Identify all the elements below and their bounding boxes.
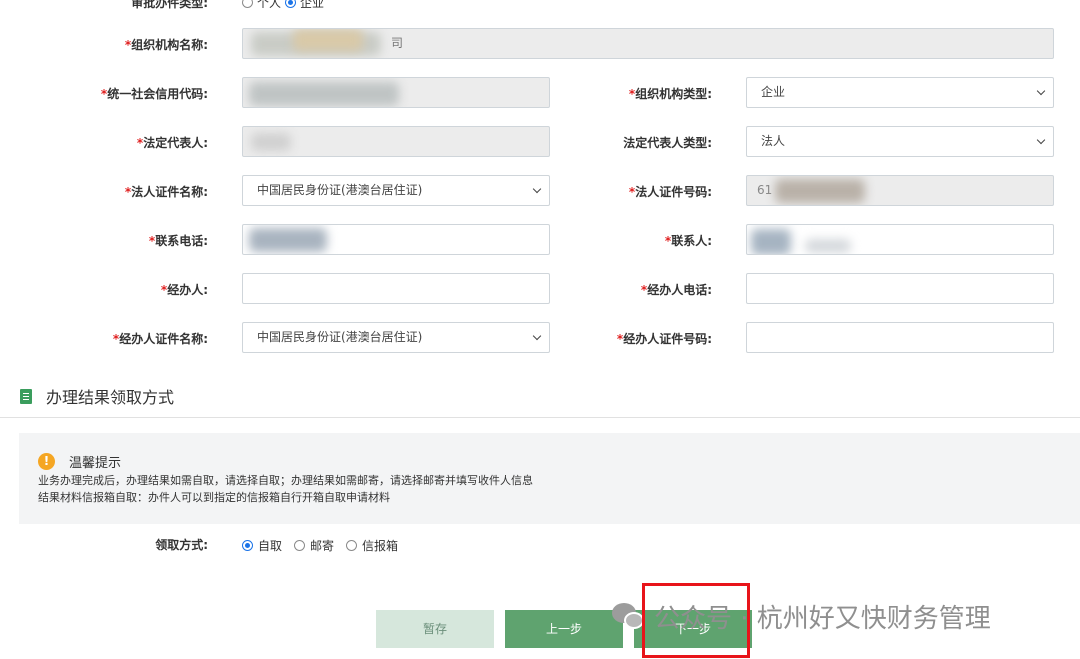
handler-id-name-label: *经办人证件名称: (112, 332, 208, 346)
highlight-box (642, 583, 750, 658)
org-type-value: 企业 (761, 85, 786, 99)
tip-header: ! 温馨提示 (38, 452, 121, 471)
pickup-option-mailbox[interactable]: 信报箱 (346, 537, 398, 554)
legal-rep-label: *法定代表人: (136, 136, 208, 150)
legal-id-name-value: 中国居民身份证(港澳台居住证) (257, 183, 423, 197)
applicant-type-options: 个人 企业 (242, 0, 324, 11)
handler-id-no-label: *经办人证件号码: (616, 332, 712, 346)
document-icon (20, 388, 32, 404)
contact-input[interactable] (746, 224, 1054, 255)
pickup-row: 领取方式: 自取 邮寄 信报箱 (0, 536, 1080, 554)
credit-code-row: *统一社会信用代码: *组织机构类型: 企业 (0, 77, 1080, 109)
legal-rep-type-value: 法人 (761, 134, 786, 148)
contact-row: *联系电话: *联系人: (0, 224, 1080, 256)
radio-self-pickup[interactable] (242, 540, 253, 551)
handler-phone-input[interactable] (746, 273, 1054, 304)
pickup-options: 自取 邮寄 信报箱 (242, 537, 410, 554)
info-icon: ! (38, 453, 55, 470)
legal-rep-row: *法定代表人: 法定代表人类型: 法人 (0, 126, 1080, 158)
org-name-row: *组织机构名称: 司 (0, 28, 1080, 60)
save-draft-button[interactable]: 暂存 (376, 610, 494, 648)
tip-line-1: 业务办理完成后，办理结果如需自取，请选择自取；办理结果如需邮寄，请选择邮寄并填写… (38, 474, 533, 487)
pickup-option-self[interactable]: 自取 (242, 537, 282, 554)
handler-phone-label: *经办人电话: (640, 283, 712, 297)
legal-rep-type-label: 法定代表人类型: (623, 136, 712, 150)
org-name-label: *组织机构名称: (124, 38, 208, 52)
handler-id-row: *经办人证件名称: 中国居民身份证(港澳台居住证) *经办人证件号码: (0, 322, 1080, 354)
applicant-type-row: 审批办件类型: 个人 企业 (0, 0, 1080, 12)
radio-individual-label: 个人 (257, 0, 282, 10)
credit-code-field[interactable] (242, 77, 550, 108)
contact-label: *联系人: (664, 234, 712, 248)
org-name-value: 司 (391, 36, 404, 50)
radio-individual[interactable] (242, 0, 253, 8)
handler-input[interactable] (242, 273, 550, 304)
section-divider (0, 417, 1080, 418)
handler-label: *经办人: (160, 283, 208, 297)
radio-mail[interactable] (294, 540, 306, 551)
legal-id-no-label: *法人证件号码: (628, 185, 712, 199)
credit-code-label: *统一社会信用代码: (100, 87, 208, 101)
pickup-label: 领取方式: (155, 538, 208, 552)
result-section-title: 办理结果领取方式 (20, 384, 174, 408)
contact-phone-input[interactable] (242, 224, 550, 255)
handler-id-name-value: 中国居民身份证(港澳台居住证) (257, 330, 423, 344)
legal-id-row: *法人证件名称: 中国居民身份证(港澳台居住证) *法人证件号码: 61 (0, 175, 1080, 207)
legal-id-name-label: *法人证件名称: (124, 185, 208, 199)
tip-line-2: 结果材料信报箱自取：办件人可以到指定的信报箱自行开箱自取申请材料 (38, 491, 390, 504)
legal-rep-field[interactable] (242, 126, 550, 157)
tip-box: ! 温馨提示 业务办理完成后，办理结果如需自取，请选择自取；办理结果如需邮寄，请… (19, 433, 1080, 524)
radio-mailbox[interactable] (346, 540, 358, 551)
org-type-select[interactable]: 企业 (746, 77, 1054, 108)
wechat-icon (612, 602, 646, 631)
radio-enterprise[interactable] (285, 0, 297, 8)
handler-id-name-select[interactable]: 中国居民身份证(港澳台居住证) (242, 322, 550, 353)
org-type-label: *组织机构类型: (628, 87, 712, 101)
pickup-option-mail[interactable]: 邮寄 (294, 537, 334, 554)
org-name-field[interactable]: 司 (242, 28, 1054, 59)
contact-phone-label: *联系电话: (148, 234, 208, 248)
radio-enterprise-label: 企业 (300, 0, 325, 10)
legal-id-no-value: 61 (757, 183, 773, 197)
applicant-type-label: 审批办件类型: (131, 0, 208, 10)
handler-row: *经办人: *经办人电话: (0, 273, 1080, 305)
tip-title: 温馨提示 (69, 456, 122, 471)
legal-rep-type-select[interactable]: 法人 (746, 126, 1054, 157)
result-section-title-text: 办理结果领取方式 (46, 388, 175, 407)
legal-id-no-field[interactable]: 61 (746, 175, 1054, 206)
previous-step-button[interactable]: 上一步 (505, 610, 623, 648)
handler-id-no-input[interactable] (746, 322, 1054, 353)
legal-id-name-select[interactable]: 中国居民身份证(港澳台居住证) (242, 175, 550, 206)
